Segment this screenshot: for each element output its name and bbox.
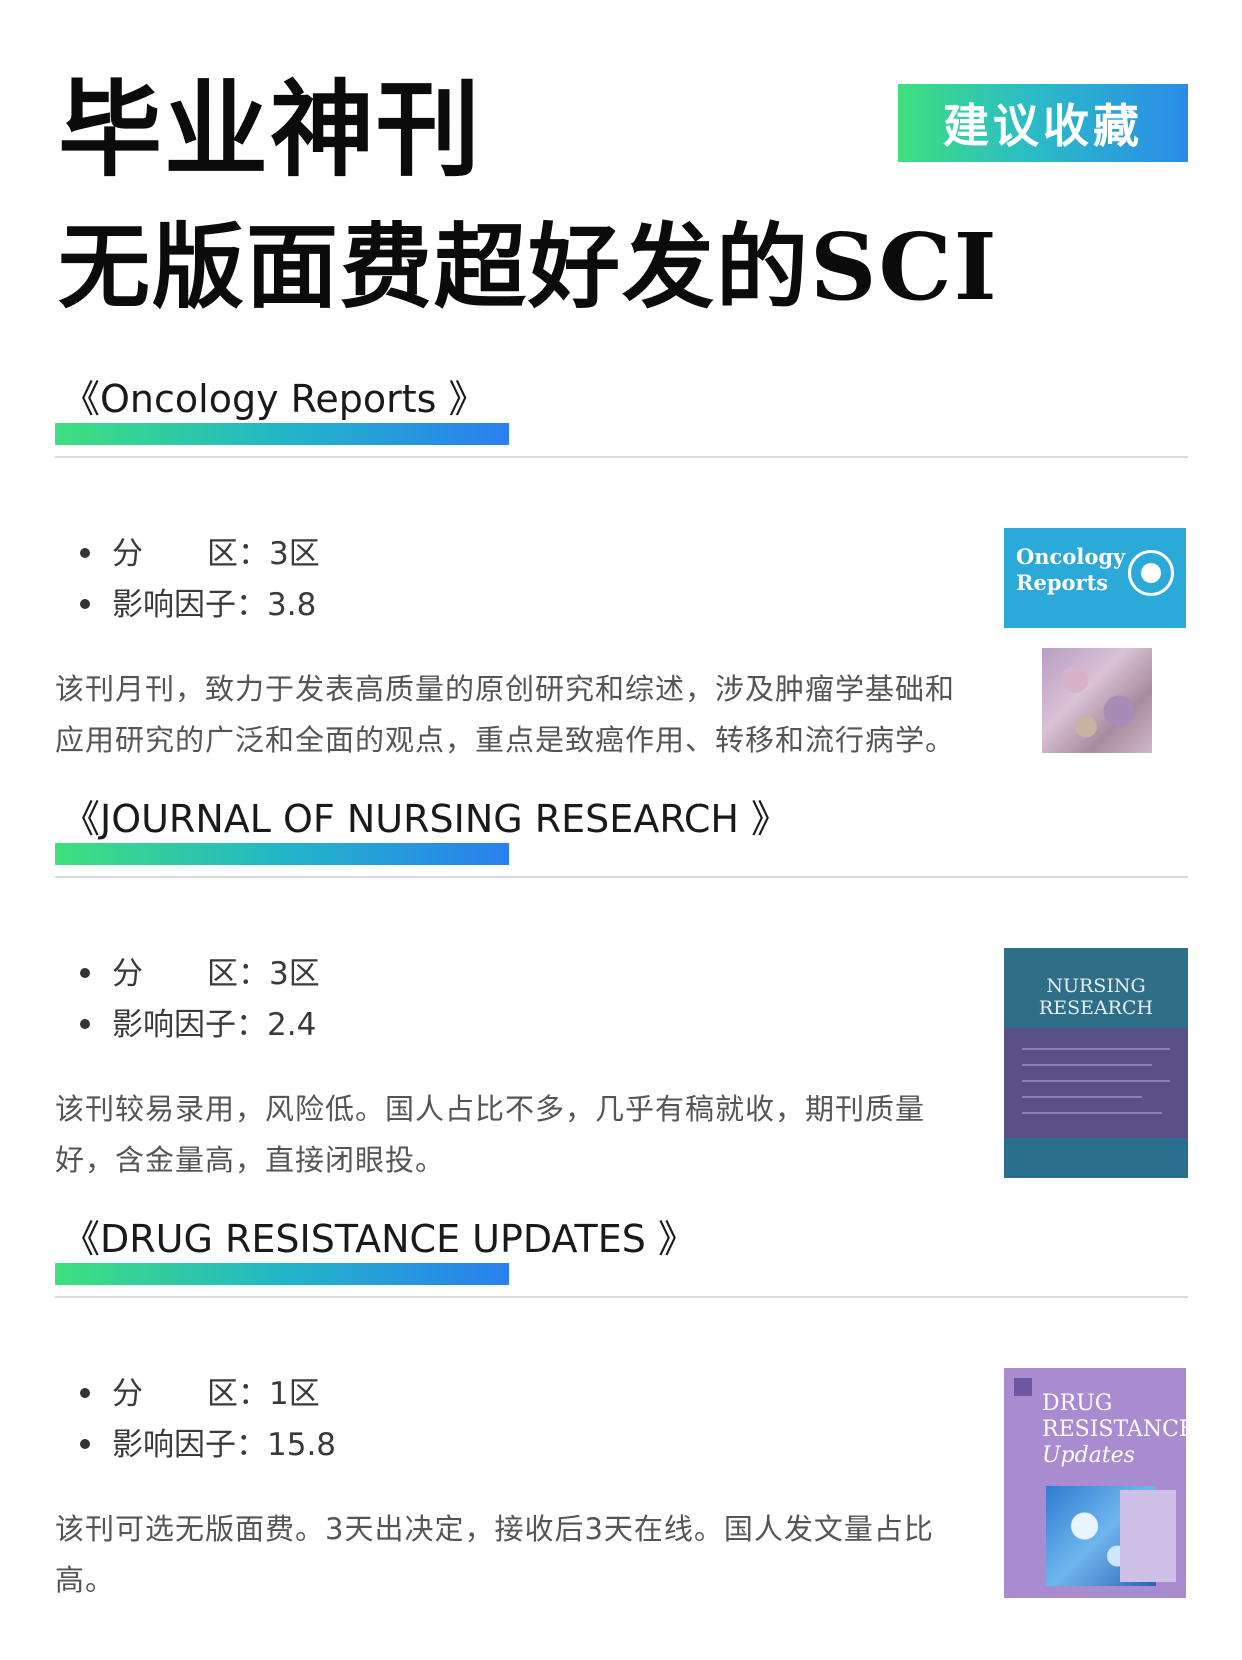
title-accent-bar bbox=[55, 843, 509, 865]
stat-label: 影响因子： bbox=[112, 587, 267, 623]
stat-label: 分 bbox=[112, 956, 143, 992]
stat-value: 3.8 bbox=[267, 587, 317, 623]
stat-impact-factor: 影响因子：2.4 bbox=[80, 999, 316, 1044]
page-title-line-2: 无版面费超好发的SCI bbox=[58, 213, 999, 321]
bullet-icon bbox=[80, 547, 90, 558]
journal-title: 《JOURNAL OF NURSING RESEARCH 》 bbox=[62, 797, 790, 841]
journal-description: 该刊较易录用，风险低。国人占比不多，几乎有稿就收，期刊质量好，含金量高，直接闭眼… bbox=[55, 1092, 926, 1177]
stat-label: 分 bbox=[112, 536, 143, 572]
title-accent-bar bbox=[55, 423, 509, 445]
cover-title: Oncology bbox=[1016, 544, 1126, 569]
divider bbox=[55, 456, 1188, 458]
stat-label: 分 bbox=[112, 1376, 143, 1412]
stat-value: 2.4 bbox=[267, 1007, 317, 1043]
cover-title: RESEARCH bbox=[1038, 997, 1154, 1019]
cover-image bbox=[1120, 1490, 1176, 1582]
cover-image bbox=[1042, 648, 1152, 753]
journal-title: 《DRUG RESISTANCE UPDATES 》 bbox=[62, 1217, 696, 1261]
journal-cover-oncology: Oncology Reports bbox=[1004, 528, 1186, 753]
stat-impact-factor: 影响因子：3.8 bbox=[80, 579, 316, 624]
stat-label: 影响因子： bbox=[112, 1007, 267, 1043]
cover-title: DRUG bbox=[1042, 1391, 1113, 1416]
divider bbox=[55, 1296, 1188, 1298]
stat-label: 影响因子： bbox=[112, 1427, 267, 1463]
bullet-icon bbox=[80, 967, 90, 978]
stat-zone: 分 区：3区 bbox=[80, 528, 320, 573]
publisher-logo-icon bbox=[1014, 1378, 1032, 1396]
bullet-icon bbox=[80, 598, 90, 609]
stat-label: 区： bbox=[207, 956, 269, 992]
bullet-icon bbox=[80, 1018, 90, 1029]
stat-value: 15.8 bbox=[267, 1427, 337, 1463]
page-title-line-1: 毕业神刊 bbox=[58, 68, 483, 191]
cover-title: Updates bbox=[1042, 1443, 1135, 1468]
journal-description: 该刊可选无版面费。3天出决定，接收后3天在线。国人发文量占比高。 bbox=[55, 1512, 934, 1597]
stat-value: 1区 bbox=[269, 1376, 320, 1412]
bullet-icon bbox=[80, 1438, 90, 1449]
stat-label: 区： bbox=[207, 1376, 269, 1412]
cover-title: NURSING bbox=[1046, 975, 1146, 997]
title-accent-bar bbox=[55, 1263, 509, 1285]
stat-label: 区： bbox=[207, 536, 269, 572]
stat-value: 3区 bbox=[269, 536, 320, 572]
divider bbox=[55, 876, 1188, 878]
stat-zone: 分 区：3区 bbox=[80, 948, 320, 993]
cover-title: Reports bbox=[1016, 570, 1109, 595]
stat-value: 3区 bbox=[269, 956, 320, 992]
journal-description: 该刊月刊，致力于发表高质量的原创研究和综述，涉及肿瘤学基础和应用研究的广泛和全面… bbox=[55, 672, 956, 757]
journal-title: 《Oncology Reports 》 bbox=[62, 377, 487, 421]
seal-icon bbox=[1128, 550, 1174, 596]
stat-impact-factor: 影响因子：15.8 bbox=[80, 1419, 336, 1464]
journal-cover-drug: DRUG RESISTANCE Updates bbox=[1004, 1368, 1186, 1598]
bullet-icon bbox=[80, 1387, 90, 1398]
stat-zone: 分 区：1区 bbox=[80, 1368, 320, 1413]
journal-cover-nursing: NURSING RESEARCH bbox=[1004, 948, 1188, 1178]
cover-title: RESISTANCE bbox=[1042, 1417, 1186, 1442]
bookmark-badge: 建议收藏 bbox=[898, 84, 1188, 162]
